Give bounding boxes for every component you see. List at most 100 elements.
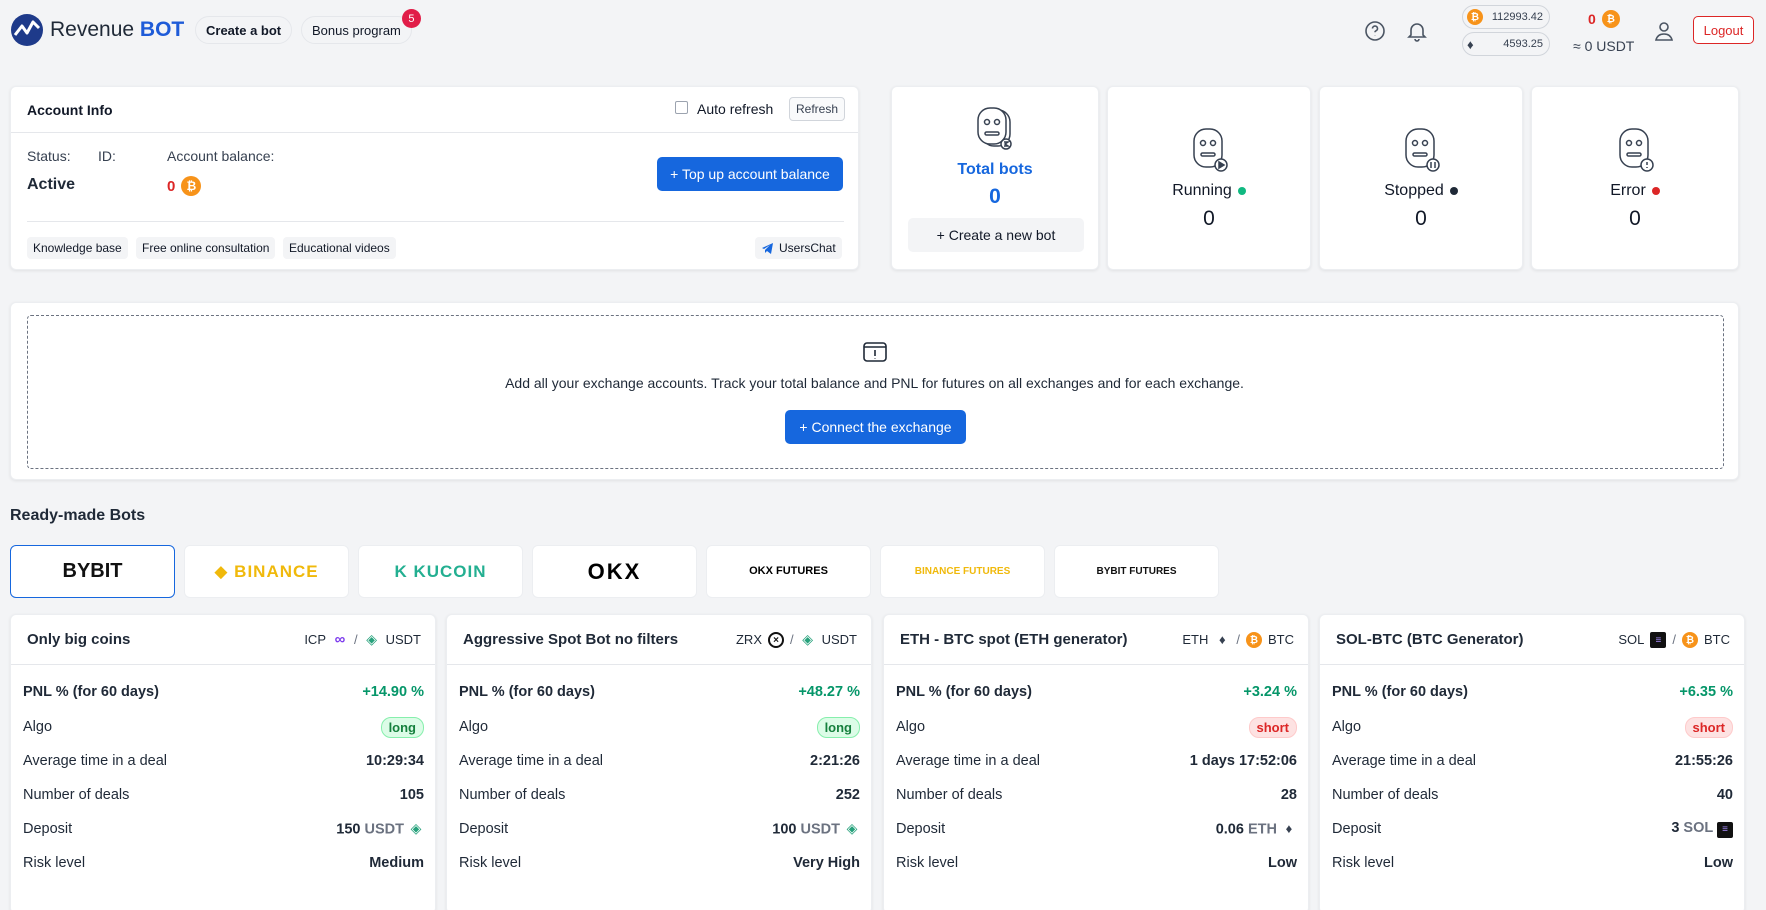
bot-card-header: ETH - BTC spot (ETH generator) ETH ♦ / ₿…	[884, 615, 1308, 665]
tab-kucoin[interactable]: K KUCOIN	[358, 545, 523, 598]
pnl-value: +6.35 %	[1679, 684, 1733, 700]
bot-name: ETH - BTC spot (ETH generator)	[900, 631, 1128, 648]
base-symbol: ZRX	[735, 632, 762, 647]
base-coin-icon: ♦	[1214, 632, 1230, 648]
btc-icon: ₿	[1246, 632, 1262, 649]
ready-made-title: Ready-made Bots	[10, 507, 146, 524]
total-bots-card: Total bots 0 + Create a new bot	[891, 86, 1099, 270]
risk-value: Very High	[793, 855, 860, 871]
help-chat-icon[interactable]	[1362, 18, 1388, 44]
avg-time-row: Average time in a deal 2:21:26	[459, 753, 860, 769]
bot-card[interactable]: SOL-BTC (BTC Generator) SOL ≡ / ₿ BTC PN…	[1319, 614, 1745, 910]
algo-row: Algo short	[884, 710, 1308, 744]
logo-text: Revenue BOT	[50, 18, 185, 41]
wallet-balance[interactable]: 0 ₿	[1588, 10, 1620, 28]
risk-row: Risk level Very High	[459, 855, 860, 871]
users-chat-link[interactable]: UsersChat	[755, 237, 842, 259]
algo-tag: short	[1248, 716, 1297, 738]
risk-value: Low	[1268, 855, 1297, 871]
risk-row: Risk level Medium	[23, 855, 424, 871]
bot-card[interactable]: Aggressive Spot Bot no filters ZRX × / ◈…	[446, 614, 872, 910]
quote-symbol: USDT	[821, 632, 857, 647]
wallet-icon	[863, 342, 887, 362]
error-value: 0	[1629, 207, 1641, 230]
quote-coin-icon: ◈	[800, 631, 816, 648]
btc-wallet-icon: ₿	[1601, 10, 1620, 28]
refresh-button[interactable]: Refresh	[789, 97, 846, 121]
tab-binance-futures[interactable]: BINANCE FUTURES	[880, 545, 1045, 598]
educational-videos-link[interactable]: Educational videos	[283, 237, 396, 259]
error-status-dot	[1651, 186, 1660, 195]
knowledge-base-link[interactable]: Knowledge base	[27, 237, 128, 259]
btc-rate: ₿ 112993.42	[1462, 5, 1550, 29]
top-up-button[interactable]: + Top up account balance	[657, 157, 843, 191]
pnl-row: PNL % (for 60 days) +48.27 %	[459, 684, 860, 700]
account-info-card: Account Info Auto refresh Refresh Status…	[10, 86, 859, 270]
robot-running-icon	[1193, 128, 1228, 172]
running-value: 0	[1203, 207, 1215, 230]
bell-icon[interactable]	[1404, 18, 1430, 44]
eth-icon: ♦	[1219, 632, 1226, 647]
bot-card-header: Only big coins ICP ∞ / ◈ USDT	[11, 615, 435, 665]
bot-card[interactable]: Only big coins ICP ∞ / ◈ USDT PNL % (for…	[10, 614, 436, 910]
tab-binance[interactable]: ◆ BINANCE	[184, 545, 349, 598]
tab-okx-futures[interactable]: OKX FUTURES	[706, 545, 871, 598]
consultation-link[interactable]: Free online consultation	[136, 237, 276, 259]
auto-refresh-checkbox[interactable]	[675, 101, 688, 114]
tab-bybit[interactable]: BYBIT	[10, 545, 175, 598]
running-bots-card: Running 0	[1107, 86, 1311, 270]
tab-okx[interactable]: OKX	[532, 545, 697, 598]
deals-row: Number of deals 252	[459, 787, 860, 803]
account-balance-value: 0 ₿	[167, 176, 202, 196]
total-bots-label: Total bots	[957, 161, 1033, 178]
avg-time-row: Average time in a deal 1 days 17:52:06	[896, 753, 1297, 769]
pnl-value: +14.90 %	[362, 684, 424, 700]
trading-pair: ICP ∞ / ◈ USDT	[304, 631, 421, 648]
bonus-program-button[interactable]: Bonus program 5	[301, 9, 421, 44]
divider	[27, 221, 844, 222]
stopped-value: 0	[1415, 207, 1427, 230]
quote-symbol: BTC	[1268, 632, 1294, 647]
deposit-row: Deposit 150 USDT ◈	[11, 812, 435, 846]
robot-total-icon	[977, 107, 1012, 150]
create-new-bot-button[interactable]: + Create a new bot	[908, 218, 1084, 252]
deposit-coin-icon: ≡	[1717, 820, 1733, 838]
deposit-row: Deposit 0.06 ETH ♦	[884, 812, 1308, 846]
logout-button[interactable]: Logout	[1693, 16, 1754, 44]
telegram-icon	[762, 242, 773, 254]
account-balance-label: Account balance:	[167, 148, 275, 164]
usdt-icon: ◈	[846, 820, 858, 837]
tab-bybit-futures[interactable]: BYBIT FUTURES	[1054, 545, 1219, 598]
deals-row: Number of deals 105	[23, 787, 424, 803]
deposit-coin-icon: ♦	[1281, 821, 1297, 837]
status-value: Active	[27, 176, 76, 193]
bot-card-header: Aggressive Spot Bot no filters ZRX × / ◈…	[447, 615, 871, 665]
algo-tag: short	[1684, 716, 1733, 738]
connect-exchange-button[interactable]: + Connect the exchange	[785, 410, 966, 444]
sol-icon: ≡	[1717, 821, 1733, 838]
error-bots-card: Error 0	[1531, 86, 1739, 270]
deals-row: Number of deals 40	[1332, 787, 1733, 803]
risk-row: Risk level Low	[1332, 855, 1733, 871]
user-icon[interactable]	[1651, 18, 1677, 44]
base-coin-icon: ×	[767, 631, 784, 649]
app-logo[interactable]: Revenue BOT	[10, 12, 184, 48]
create-bot-button[interactable]: Create a bot	[195, 16, 293, 44]
deposit-row: Deposit 3 SOL ≡	[1320, 812, 1744, 846]
id-label: ID:	[98, 148, 116, 164]
divider	[11, 132, 858, 133]
exchange-description: Add all your exchange accounts. Track yo…	[505, 375, 1244, 391]
status-label: Status:	[27, 148, 71, 164]
bot-card[interactable]: ETH - BTC spot (ETH generator) ETH ♦ / ₿…	[883, 614, 1309, 910]
risk-value: Medium	[369, 855, 424, 871]
base-coin-icon: ∞	[332, 631, 348, 648]
usdt-icon: ◈	[802, 631, 813, 647]
quote-symbol: USDT	[385, 632, 421, 647]
btc-icon: ₿	[181, 176, 202, 196]
eth-icon: ♦	[1285, 821, 1293, 837]
bot-name: SOL-BTC (BTC Generator)	[1336, 631, 1524, 648]
quote-symbol: BTC	[1704, 632, 1730, 647]
deposit-coin-icon: ◈	[844, 820, 860, 837]
stopped-bots-card: Stopped 0	[1319, 86, 1523, 270]
avg-time-row: Average time in a deal 21:55:26	[1332, 753, 1733, 769]
